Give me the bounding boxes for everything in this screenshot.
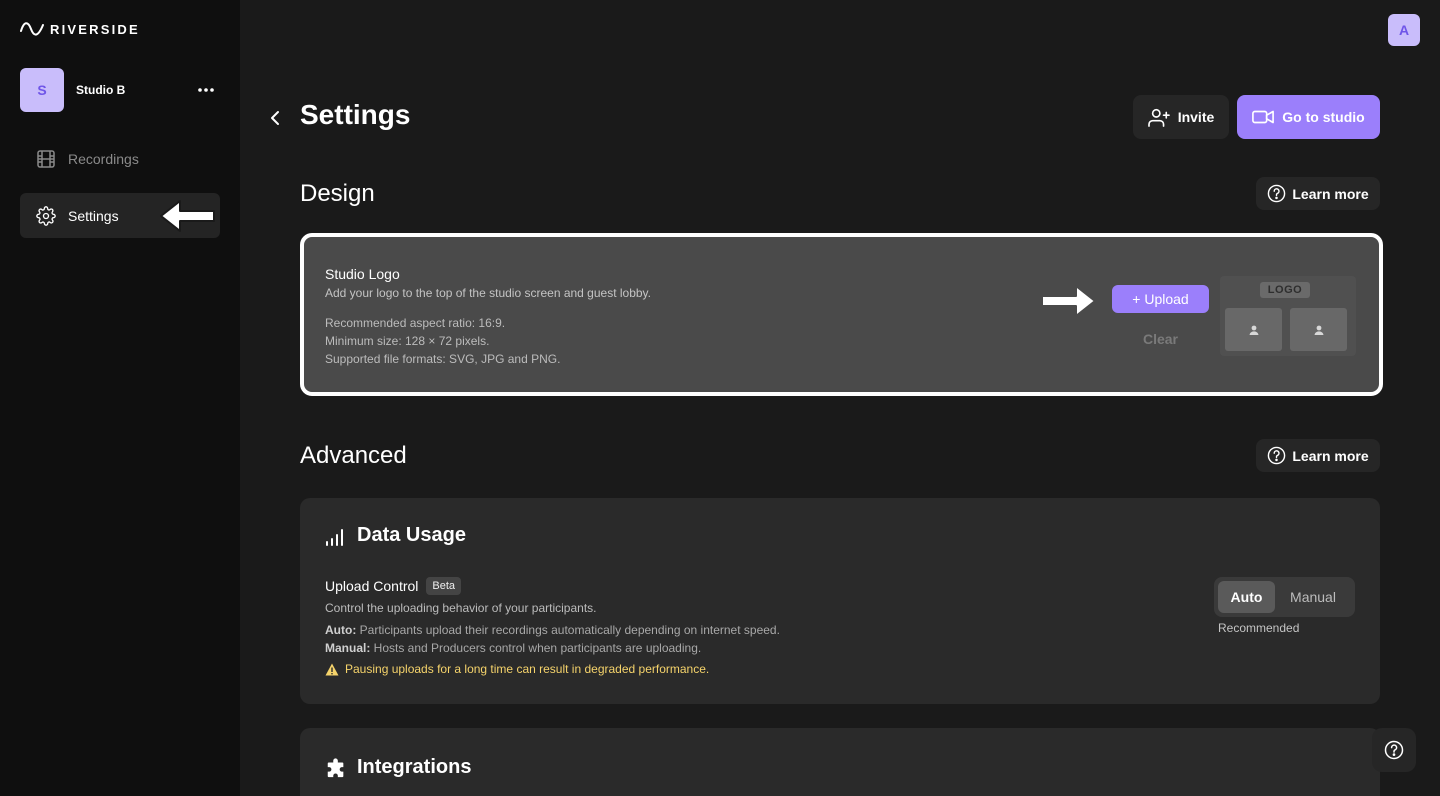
integrations-title: Integrations (357, 756, 472, 778)
logo-min-size: Minimum size: 128 × 72 pixels. (325, 334, 490, 348)
user-avatar[interactable]: A (1388, 14, 1420, 46)
learn-more-button-design[interactable]: Learn more (1256, 177, 1380, 210)
studio-logo-title: Studio Logo (325, 266, 400, 282)
manual-mode-label: Manual: (325, 641, 371, 655)
upload-logo-button[interactable]: + Upload (1112, 285, 1209, 313)
logo-preview-tag: LOGO (1260, 282, 1310, 298)
auto-mode-option[interactable]: Auto (1218, 581, 1275, 613)
invite-label: Invite (1177, 109, 1215, 125)
manual-mode-text: Hosts and Producers control when partici… (370, 641, 702, 655)
person-icon (1314, 325, 1323, 335)
person-icon (1249, 325, 1258, 335)
brand-logo[interactable]: RIVERSIDE (20, 19, 140, 39)
help-circle-icon (1268, 446, 1286, 465)
page-title: Settings (300, 99, 411, 130)
studio-avatar: S (20, 68, 64, 112)
chevron-left-icon (271, 111, 279, 125)
video-camera-icon (1252, 110, 1275, 124)
logo-preview: LOGO (1220, 276, 1356, 356)
help-circle-icon (1384, 740, 1404, 760)
upload-control-row: Upload Control Beta (325, 577, 462, 595)
gear-icon (36, 205, 56, 226)
invite-button[interactable]: Invite (1133, 95, 1229, 139)
sidebar-item-label: Recordings (68, 150, 139, 167)
upload-warning-text: Pausing uploads for a long time can resu… (345, 662, 710, 676)
recommended-label: Recommended (1218, 621, 1300, 635)
go-to-studio-button[interactable]: Go to studio (1237, 95, 1380, 139)
arrow-right-icon (1041, 285, 1096, 317)
signal-bars-icon (326, 528, 343, 546)
beta-badge: Beta (426, 577, 462, 595)
film-icon (37, 149, 55, 168)
integrations-header: Integrations (325, 756, 471, 779)
manual-mode-option[interactable]: Manual (1277, 581, 1349, 613)
learn-more-label: Learn more (1292, 447, 1369, 464)
logo-file-formats: Supported file formats: SVG, JPG and PNG… (325, 352, 561, 366)
learn-more-label: Learn more (1292, 185, 1369, 202)
advanced-section-title: Advanced (300, 442, 407, 469)
learn-more-button-advanced[interactable]: Learn more (1256, 439, 1380, 472)
design-section-title: Design (300, 180, 375, 207)
manual-mode-description: Manual: Hosts and Producers control when… (325, 641, 701, 655)
clear-logo-button[interactable]: Clear (1112, 327, 1209, 351)
data-usage-card: Data Usage Upload Control Beta Control t… (300, 498, 1380, 704)
puzzle-icon (327, 757, 344, 777)
warning-triangle-icon (325, 663, 339, 675)
upload-control-label: Upload Control (325, 578, 419, 594)
auto-mode-description: Auto: Participants upload their recordin… (325, 623, 780, 637)
arrow-left-icon (160, 200, 215, 232)
upload-control-description: Control the uploading behavior of your p… (325, 601, 597, 615)
help-circle-icon (1268, 184, 1286, 203)
data-usage-header: Data Usage (325, 524, 466, 547)
sidebar-item-label: Settings (68, 207, 119, 224)
integrations-card: Integrations (300, 728, 1380, 796)
upload-warning: Pausing uploads for a long time can resu… (325, 662, 709, 676)
studio-switcher[interactable]: S Studio B (20, 68, 220, 112)
brand-name: RIVERSIDE (50, 21, 140, 37)
studio-name: Studio B (76, 83, 126, 97)
sidebar-item-recordings[interactable]: Recordings (20, 136, 220, 181)
studio-logo-description: Add your logo to the top of the studio s… (325, 286, 651, 300)
sidebar: RIVERSIDE S Studio B Recordings Settings (0, 0, 240, 796)
auto-mode-label: Auto: (325, 623, 357, 637)
logo-aspect-ratio: Recommended aspect ratio: 16:9. (325, 316, 506, 330)
more-horizontal-icon[interactable] (192, 76, 220, 104)
go-to-studio-label: Go to studio (1282, 109, 1365, 125)
auto-mode-text: Participants upload their recordings aut… (356, 623, 780, 637)
upload-mode-toggle: Auto Manual (1214, 577, 1355, 617)
data-usage-title: Data Usage (357, 524, 466, 546)
participant-tile (1225, 308, 1282, 351)
back-button[interactable] (262, 105, 288, 131)
user-plus-icon (1147, 108, 1170, 127)
participant-tile (1290, 308, 1347, 351)
help-button[interactable] (1372, 728, 1416, 772)
studio-logo-card: Studio Logo Add your logo to the top of … (300, 233, 1383, 396)
riverside-wave-icon (20, 22, 44, 36)
